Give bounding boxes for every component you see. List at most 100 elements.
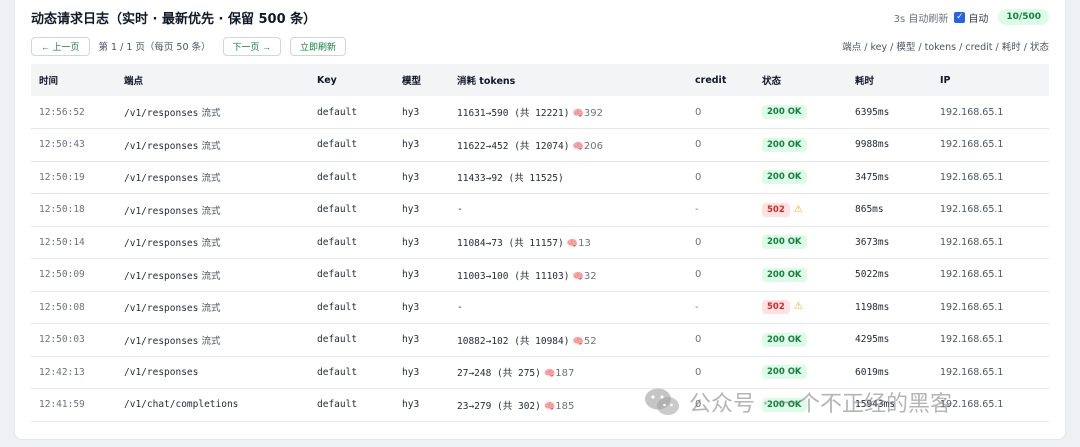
reasoning-tokens: 32 bbox=[583, 270, 597, 282]
reasoning-brain-icon: 🧠 bbox=[572, 141, 584, 152]
cell-duration: 15943ms bbox=[855, 388, 940, 422]
table-row: 12:50:03/v1/responses 流式 default hy3 10882→… bbox=[31, 323, 1049, 357]
cell-credit: 0 bbox=[695, 96, 762, 129]
refresh-now-button[interactable]: 立即刷新 bbox=[290, 36, 347, 56]
endpoint-path: /v1/responses bbox=[124, 140, 199, 152]
stream-tag: 流式 bbox=[201, 335, 221, 347]
auto-refresh-toggle[interactable]: ✓ 自动 bbox=[954, 10, 988, 25]
tokens-value: 10882→102 (共 10984) bbox=[457, 335, 570, 347]
stream-tag: 流式 bbox=[201, 303, 221, 315]
stream-tag: 流式 bbox=[201, 238, 221, 250]
cell-time: 12:41:59 bbox=[31, 388, 124, 422]
reasoning-tokens: 392 bbox=[583, 108, 603, 119]
cell-time: 12:50:43 bbox=[31, 128, 124, 162]
prev-page-button[interactable]: ← 上一页 bbox=[31, 36, 90, 56]
cell-ip: 192.168.65.1 bbox=[940, 258, 1049, 292]
cell-model: hy3 bbox=[402, 356, 457, 389]
endpoint-path: /v1/responses bbox=[124, 205, 199, 217]
endpoint-path: /v1/responses bbox=[124, 108, 199, 119]
reasoning-brain-icon: 🧠 bbox=[544, 369, 556, 380]
col-header-duration: 耗时 bbox=[855, 76, 875, 87]
cell-status: 200 OK bbox=[762, 356, 855, 389]
cell-key: default bbox=[317, 356, 402, 389]
request-log-table: 时间 端点 Key 模型 消耗 tokens credit 状态 耗时 IP 1… bbox=[31, 64, 1049, 422]
cell-duration: 4295ms bbox=[855, 323, 940, 357]
col-header-time: 时间 bbox=[39, 76, 59, 87]
tokens-value: 11084→73 (共 11157) bbox=[457, 238, 564, 250]
cell-time: 12:50:14 bbox=[31, 226, 124, 259]
cell-key: default bbox=[317, 258, 402, 292]
columns-hint: 端点 / key / 模型 / tokens / credit / 耗时 / 状… bbox=[842, 42, 1049, 53]
checkbox-checked-icon[interactable]: ✓ bbox=[954, 11, 966, 23]
cell-credit: 0 bbox=[695, 226, 762, 259]
cell-duration: 6019ms bbox=[855, 356, 940, 389]
table-body: 12:56:52/v1/responses 流式 default hy3 11631→… bbox=[31, 96, 1049, 422]
cell-ip: 192.168.65.1 bbox=[940, 388, 1049, 422]
cell-status: 502 ⚠ bbox=[762, 193, 855, 227]
cell-credit: 0 bbox=[695, 128, 762, 162]
cell-credit: 0 bbox=[695, 388, 762, 422]
reasoning-brain-icon: 🧠 bbox=[566, 239, 579, 250]
cell-model: hy3 bbox=[402, 193, 457, 227]
cell-key: default bbox=[317, 323, 402, 357]
cell-credit: 0 bbox=[695, 258, 762, 292]
endpoint-path: /v1/responses bbox=[124, 270, 199, 282]
cell-tokens: 10882→102 (共 10984) 🧠52 bbox=[457, 323, 695, 357]
tokens-value: 11433→92 (共 11525) bbox=[457, 173, 564, 185]
cell-model: hy3 bbox=[402, 388, 457, 422]
status-badge: 502 bbox=[762, 300, 790, 315]
cell-time: 12:56:52 bbox=[31, 96, 124, 129]
reasoning-brain-icon: 🧠 bbox=[572, 271, 584, 282]
reasoning-tokens: 187 bbox=[555, 368, 575, 380]
tokens-value: 11622→452 (共 12074) bbox=[457, 140, 570, 152]
cell-status: 200 OK bbox=[762, 388, 855, 422]
status-badge: 200 OK bbox=[762, 170, 807, 185]
cell-credit: - bbox=[695, 291, 762, 324]
cell-model: hy3 bbox=[402, 291, 457, 324]
cell-time: 12:50:19 bbox=[31, 161, 124, 194]
cell-model: hy3 bbox=[402, 128, 457, 162]
status-badge: 200 OK bbox=[762, 397, 807, 412]
table-row: 12:41:59/v1/chat/completions default hy3 23… bbox=[31, 388, 1049, 422]
cell-ip: 192.168.65.1 bbox=[940, 193, 1049, 227]
reasoning-brain-icon: 🧠 bbox=[572, 109, 584, 119]
reasoning-tokens: 185 bbox=[555, 400, 575, 412]
cell-model: hy3 bbox=[402, 323, 457, 357]
cell-credit: 0 bbox=[695, 161, 762, 194]
cell-endpoint: /v1/responses 流式 bbox=[124, 226, 317, 259]
warning-icon: ⚠ bbox=[793, 203, 803, 215]
col-header-status: 状态 bbox=[762, 76, 782, 87]
endpoint-path: /v1/responses bbox=[124, 335, 199, 347]
cell-time: 12:50:18 bbox=[31, 193, 124, 227]
cell-ip: 192.168.65.1 bbox=[940, 356, 1049, 389]
auto-refresh-label: 自动 bbox=[968, 13, 989, 25]
cell-credit: - bbox=[695, 193, 762, 227]
reasoning-brain-icon: 🧠 bbox=[544, 401, 556, 412]
endpoint-path: /v1/chat/completions bbox=[124, 399, 239, 411]
status-badge: 200 OK bbox=[762, 365, 807, 380]
table-row: 12:50:18/v1/responses 流式 default hy3- -502 ⚠… bbox=[31, 193, 1049, 227]
cell-duration: 1198ms bbox=[855, 291, 940, 324]
cell-key: default bbox=[317, 96, 402, 129]
next-page-button[interactable]: 下一页 → bbox=[222, 36, 282, 56]
endpoint-path: /v1/responses bbox=[124, 238, 199, 250]
cell-status: 200 OK bbox=[762, 226, 855, 259]
cell-credit: 0 bbox=[695, 323, 762, 357]
stream-tag: 流式 bbox=[201, 173, 221, 185]
pagination-toolbar: ← 上一页 第 1 / 1 页（每页 50 条） 下一页 → 立即刷新 端点 /… bbox=[31, 36, 1049, 56]
tokens-value: - bbox=[457, 301, 463, 313]
status-badge: 200 OK bbox=[762, 137, 807, 152]
stream-tag: 流式 bbox=[201, 205, 221, 217]
cell-endpoint: /v1/responses 流式 bbox=[124, 161, 317, 194]
cell-model: hy3 bbox=[402, 226, 457, 259]
cell-model: hy3 bbox=[402, 161, 457, 194]
cell-tokens: - bbox=[457, 291, 695, 324]
cell-status: 200 OK bbox=[762, 96, 855, 129]
cell-endpoint: /v1/responses 流式 bbox=[124, 193, 317, 227]
cell-endpoint: /v1/responses 流式 bbox=[124, 258, 317, 292]
cell-duration: 9988ms bbox=[855, 128, 940, 162]
tokens-value: 11631→590 (共 12221) bbox=[457, 108, 570, 119]
cell-key: default bbox=[317, 128, 402, 162]
tokens-value: 11003→100 (共 11103) bbox=[457, 270, 570, 282]
status-badge: 200 OK bbox=[762, 332, 807, 347]
